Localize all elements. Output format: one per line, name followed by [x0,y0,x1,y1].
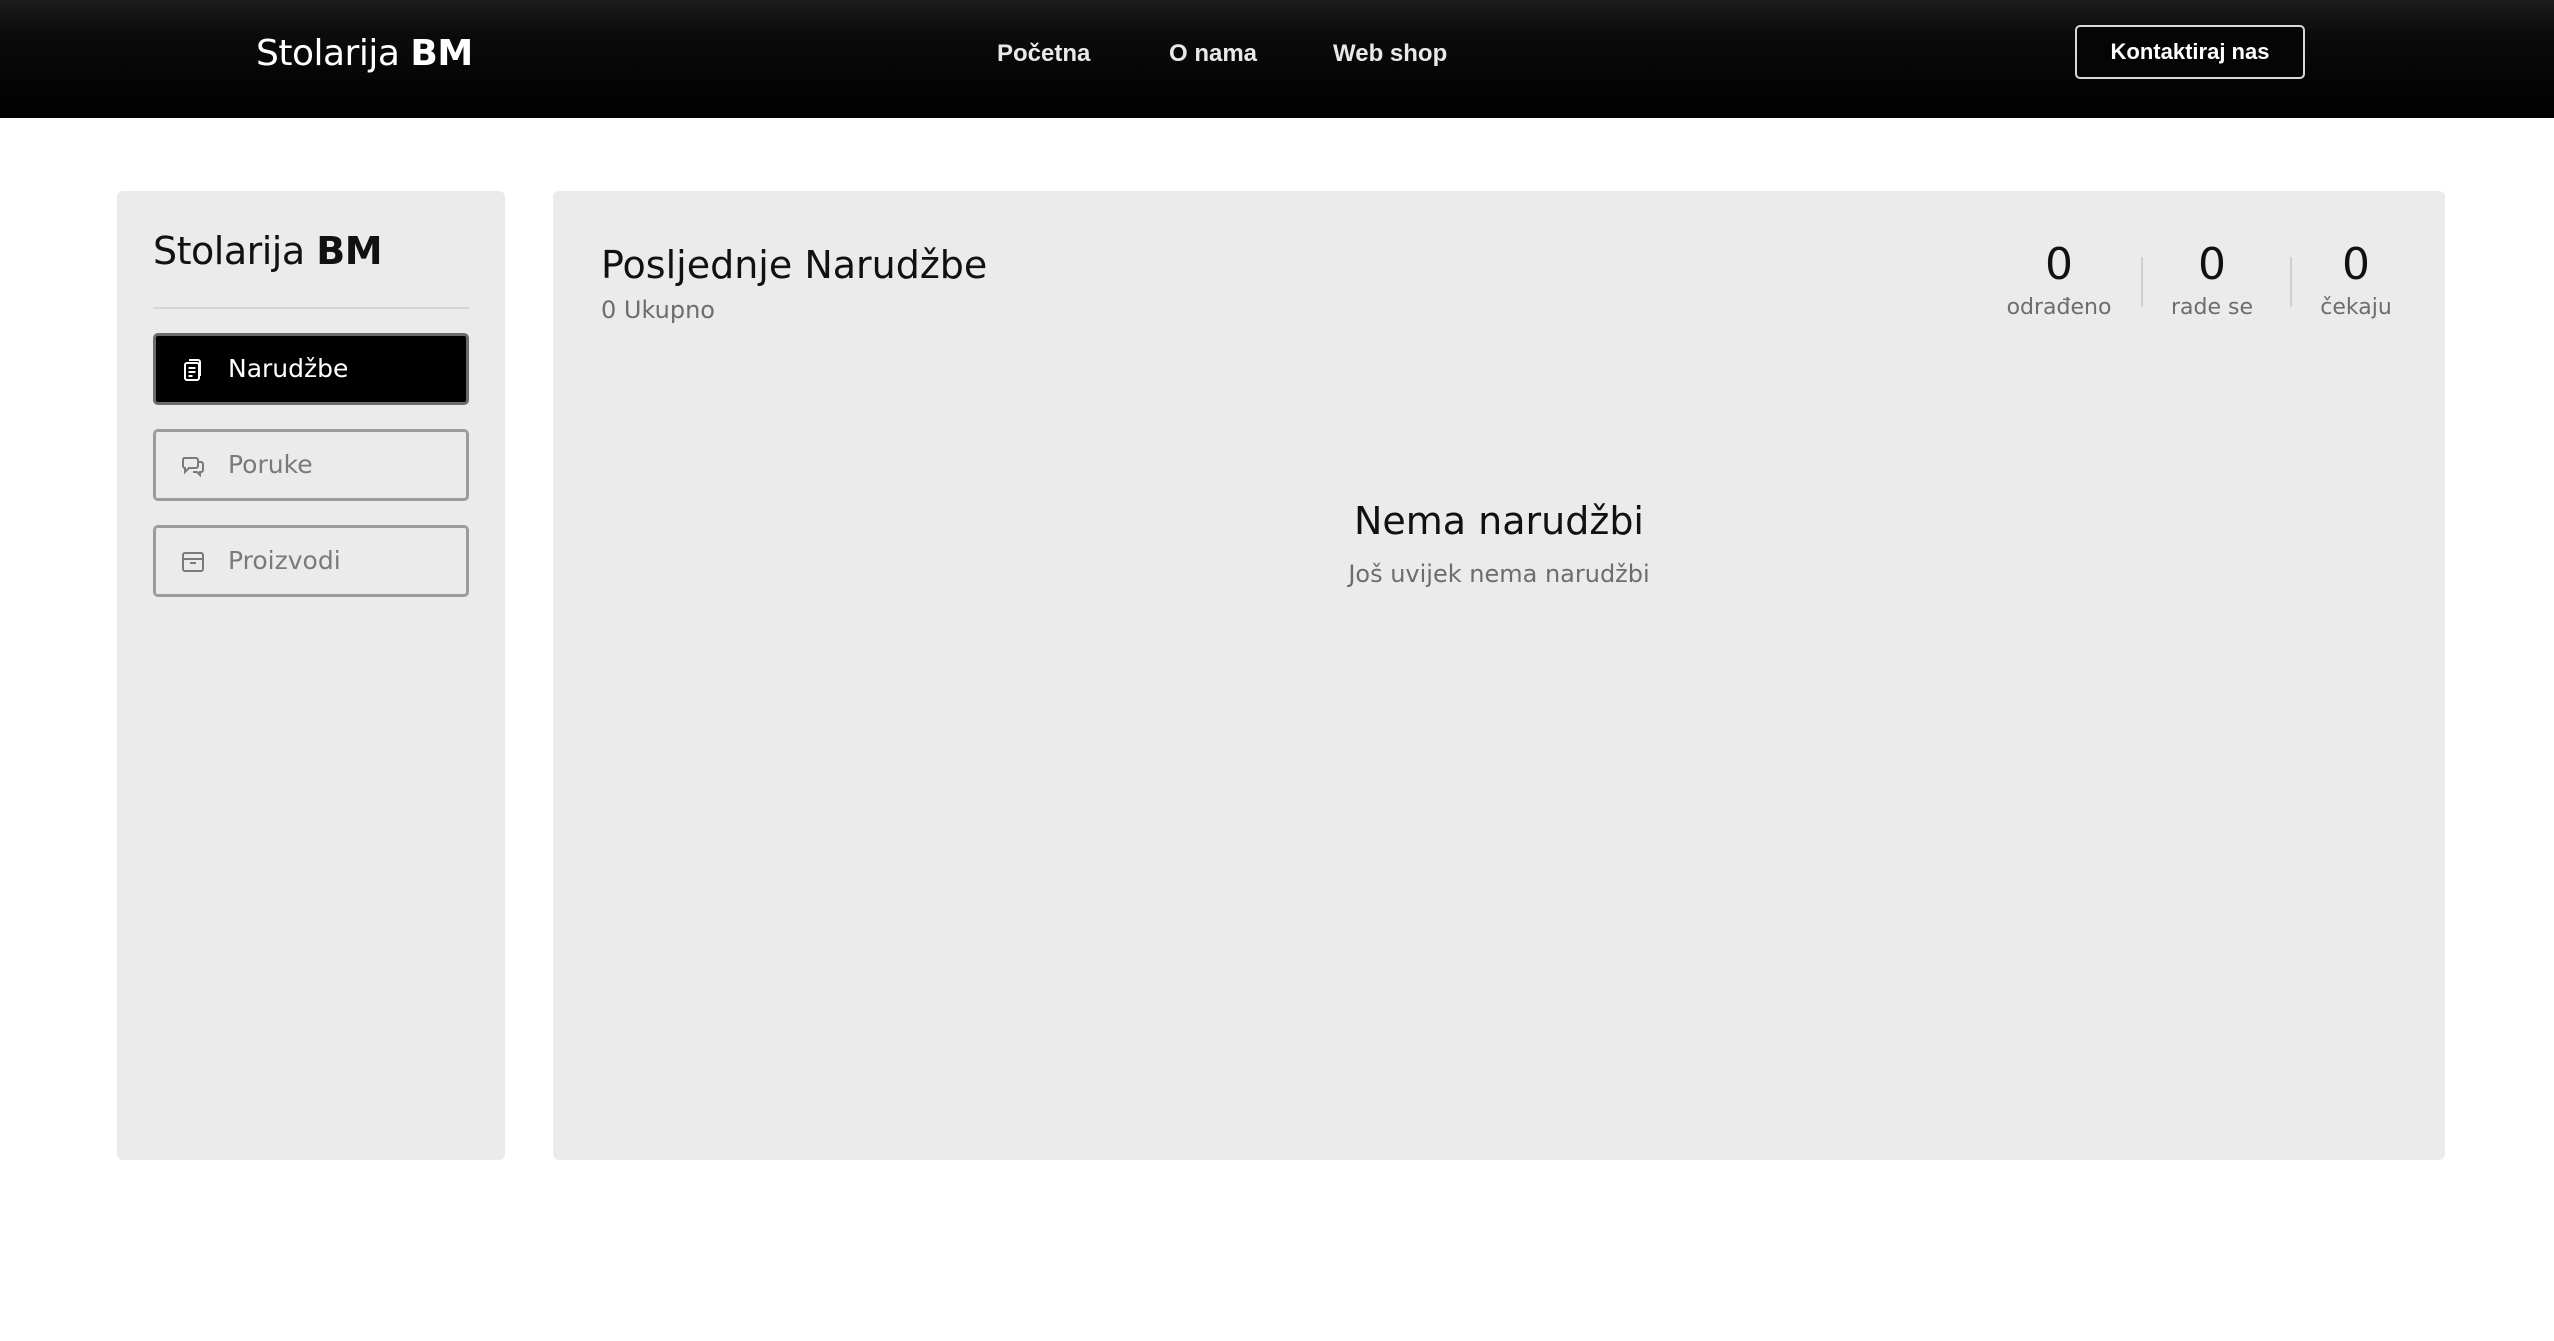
contact-button[interactable]: Kontaktiraj nas [2075,25,2305,79]
stat-divider [2141,257,2143,307]
logo-text-bold: BM [410,33,473,74]
stat-value: 0 [2045,239,2073,290]
sidebar-item-label: Poruke [228,450,313,479]
sidebar-item-label: Narudžbe [228,354,349,383]
sidebar: Stolarija BM Narudžbe Poruke Proizvodi [117,191,505,1160]
empty-state-subtitle: Još uvijek nema narudžbi [1348,560,1650,588]
sidebar-item-messages[interactable]: Poruke [153,429,469,501]
top-navbar: Stolarija BM Početna O nama Web shop Kon… [0,0,2554,118]
stat-done: 0 odrađeno [1999,237,2119,323]
empty-state-title: Nema narudžbi [1353,499,1644,543]
sidebar-divider [153,307,469,309]
sidebar-item-label: Proizvodi [228,546,341,575]
nav-link-webshop[interactable]: Web shop [1333,38,1447,70]
chat-icon [180,453,206,479]
stat-value: 0 [2342,239,2370,290]
box-icon [180,549,206,575]
clipboard-icon [180,357,206,383]
nav-link-about[interactable]: O nama [1169,38,1257,70]
sidebar-item-orders[interactable]: Narudžbe [153,333,469,405]
page-title: Posljednje Narudžbe [601,243,988,287]
orders-total: 0 Ukupno [601,296,715,324]
nav-link-home[interactable]: Početna [997,38,1090,70]
stat-in-progress: 0 rade se [2162,237,2262,323]
sidebar-logo-light: Stolarija [153,229,305,273]
stat-label: odrađeno [2006,295,2112,320]
orders-panel: Posljednje Narudžbe 0 Ukupno 0 odrađeno … [553,191,2445,1160]
stat-divider [2290,257,2292,307]
stat-label: čekaju [2320,295,2392,320]
stat-label: rade se [2170,295,2254,320]
logo-text-light: Stolarija [256,33,400,74]
sidebar-logo-bold: BM [316,229,383,273]
stat-waiting: 0 čekaju [2311,237,2401,323]
stat-value: 0 [2198,239,2226,290]
sidebar-logo: Stolarija BM [153,225,383,277]
sidebar-item-products[interactable]: Proizvodi [153,525,469,597]
site-logo[interactable]: Stolarija BM [256,28,473,80]
